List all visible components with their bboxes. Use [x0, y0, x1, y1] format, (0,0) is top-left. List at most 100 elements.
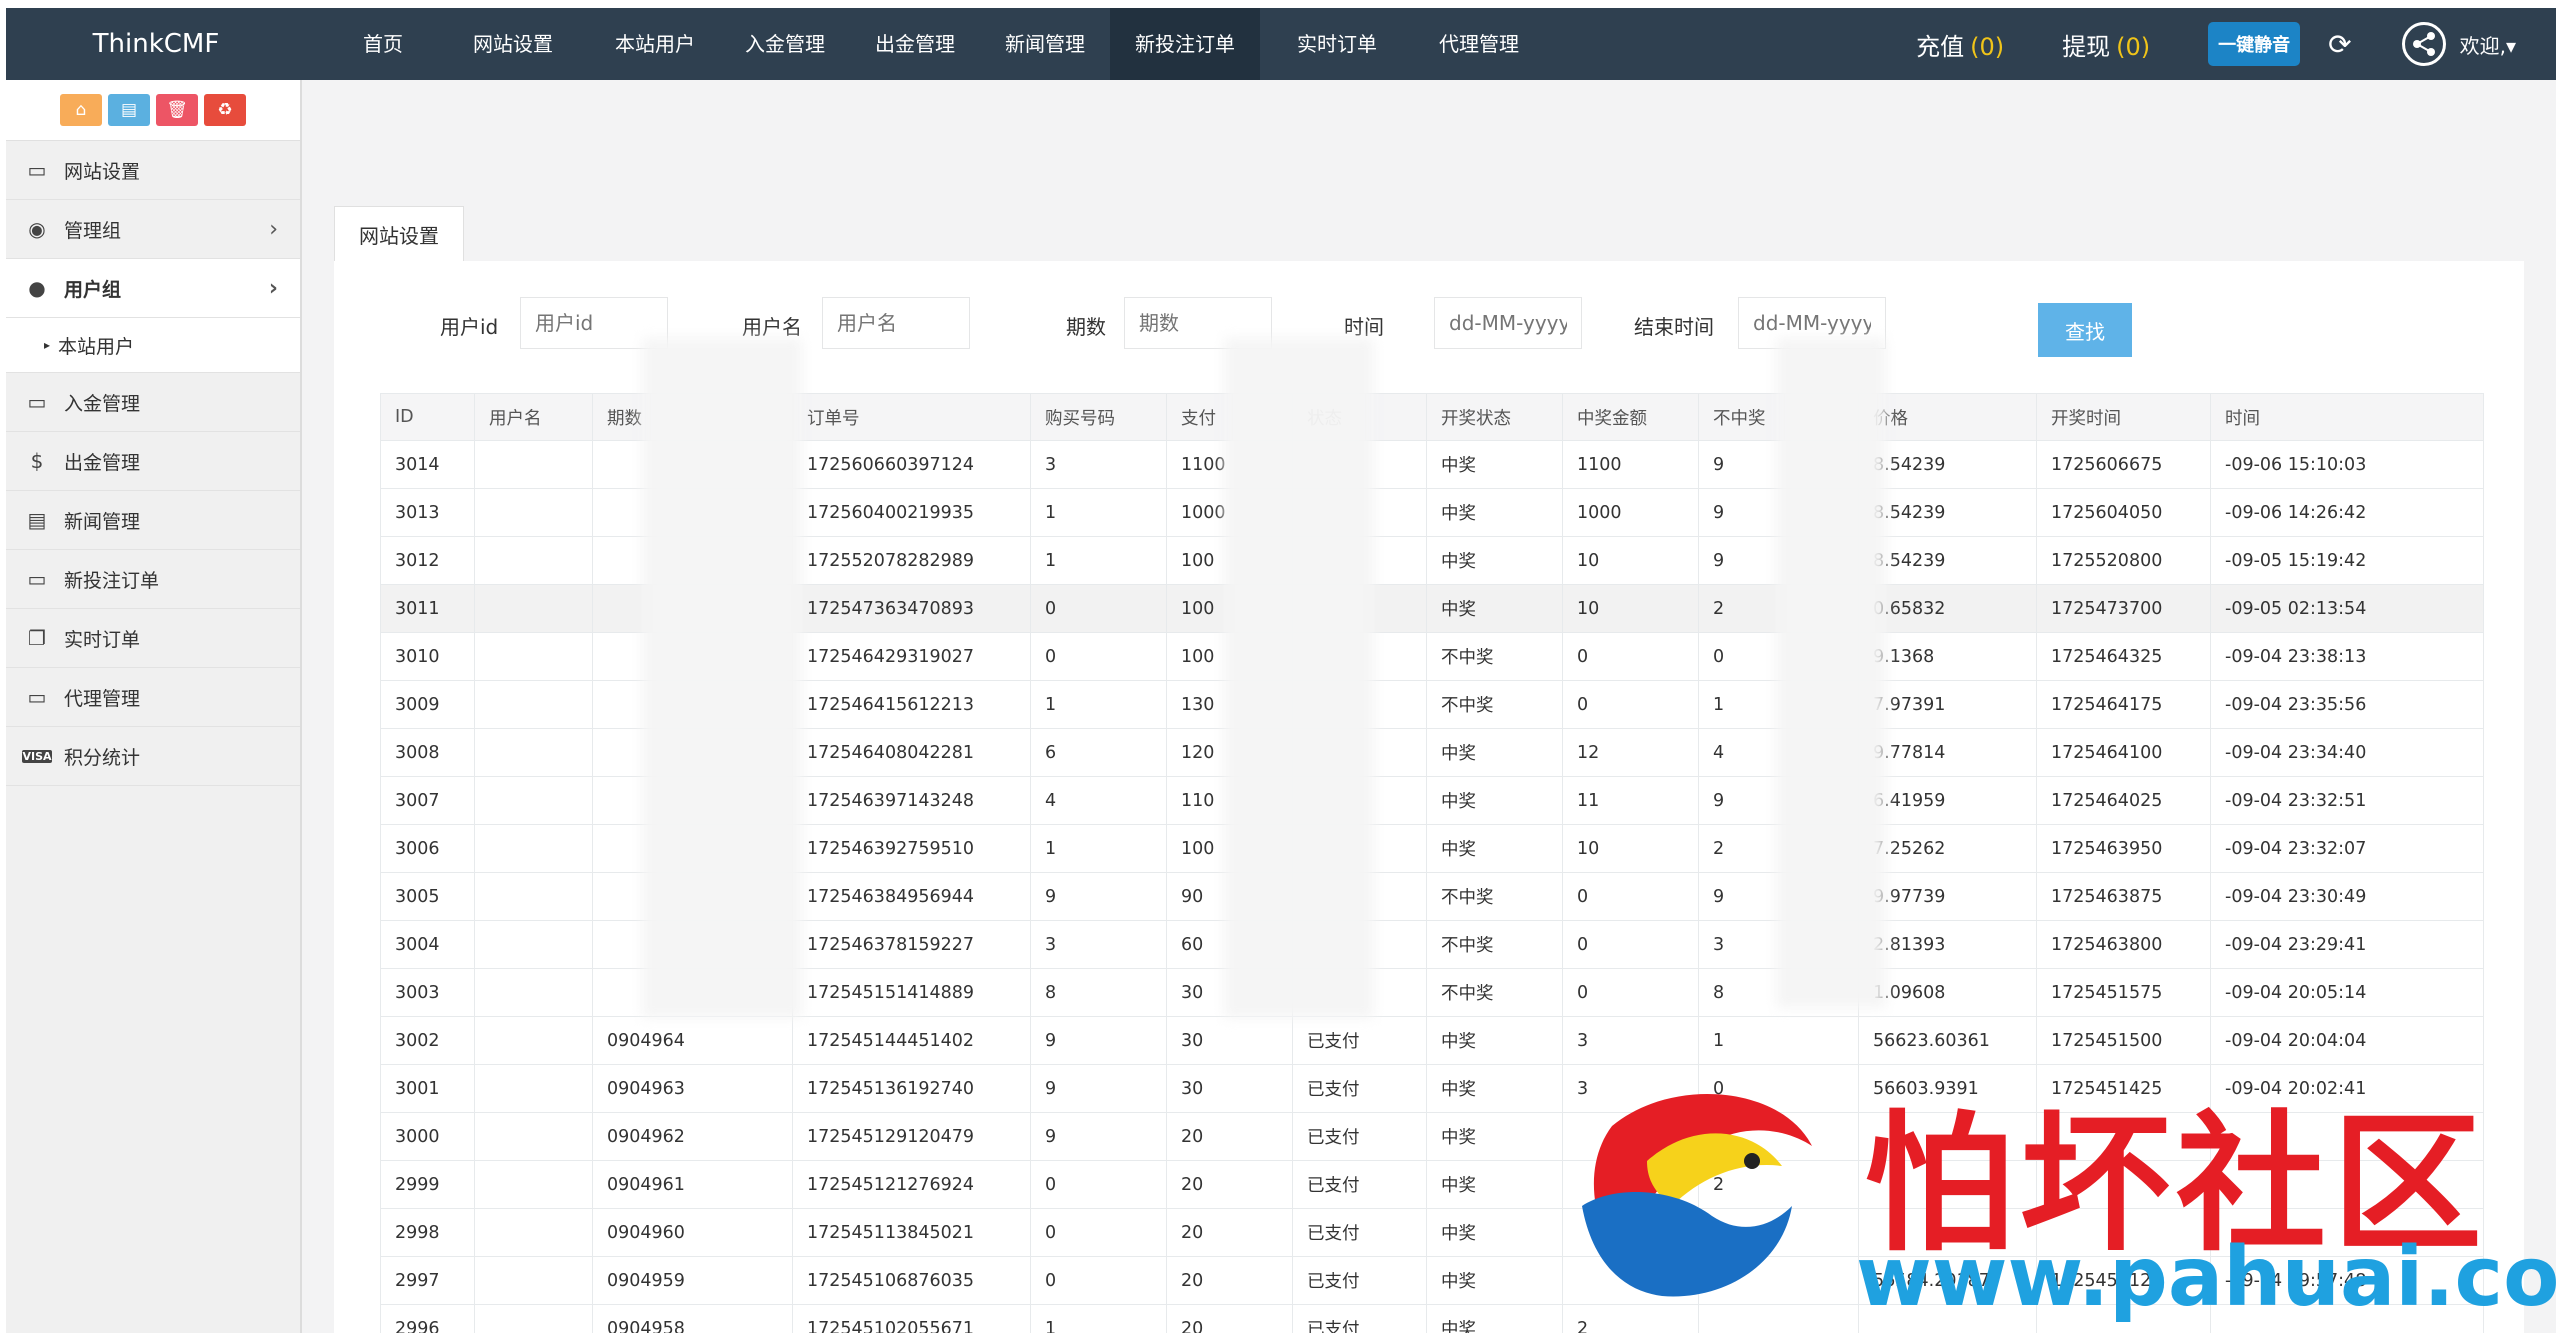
sidebar-item-admin-group[interactable]: ◉ 管理组 ›: [6, 200, 300, 259]
sidebar-item-user-group[interactable]: ● 用户组 ›: [6, 259, 300, 318]
table-cell: 172560660397124: [792, 440, 1031, 489]
table-cell: 1725463800: [2036, 920, 2211, 969]
table-cell: [474, 824, 593, 873]
dollar-icon: $: [30, 449, 44, 473]
nav-site-users[interactable]: 本站用户: [590, 8, 720, 80]
table-cell: 56623.60361: [1858, 1016, 2037, 1065]
table-cell: -09-05 15:19:42: [2210, 536, 2484, 585]
table-cell: 1725604050: [2036, 488, 2211, 537]
sidebar-item-withdraw[interactable]: $ 出金管理: [6, 432, 300, 491]
tab-site-settings[interactable]: 网站设置: [334, 206, 464, 263]
sidebar-item-site-settings[interactable]: ▭ 网站设置: [6, 141, 300, 200]
table-cell: 1725606675: [2036, 440, 2211, 489]
table-cell: [474, 1112, 593, 1161]
table-cell: 172552078282989: [792, 536, 1031, 585]
table-row[interactable]: 3002 0904964 172545144451402 9 30 已支付 中奖 3 1 5662…: [380, 1016, 2484, 1065]
trash-icon[interactable]: 🗑: [156, 94, 198, 126]
monitor-icon: ▭: [27, 685, 47, 709]
table-cell: 已支付: [1292, 1256, 1427, 1305]
table-cell: 20: [1166, 1304, 1293, 1333]
sidebar-item-label: 网站设置: [64, 160, 141, 183]
table-cell: 3014: [380, 440, 475, 489]
refresh-icon[interactable]: ⟳: [2328, 28, 2351, 61]
table-cell: 3000: [380, 1112, 475, 1161]
username-label: 用户名: [742, 315, 802, 339]
start-time-input[interactable]: [1434, 297, 1582, 349]
table-cell: 3007: [380, 776, 475, 825]
sidebar: ⌂ ▤ 🗑 ♻ ▭ 网站设置 ◉ 管理组 › ● 用户组 › ▸ 本站用户 ▭ 入金管理 $ 出…: [6, 80, 302, 1333]
monitor-icon: ▭: [27, 158, 47, 182]
table-cell: -09-04 23:30:49: [2210, 872, 2484, 921]
table-cell: 中奖: [1426, 728, 1563, 777]
table-header-cell: ID: [380, 393, 475, 441]
table-cell: 172560400219935: [792, 488, 1031, 537]
nav-deposit-management[interactable]: 入金管理: [720, 8, 850, 80]
sidebar-item-news[interactable]: ▤ 新闻管理: [6, 491, 300, 550]
table-cell: 172545136192740: [792, 1064, 1031, 1113]
sidebar-item-label: 本站用户: [58, 335, 135, 358]
caret-right-icon: ▸: [44, 338, 51, 352]
table-cell: 172545129120479: [792, 1112, 1031, 1161]
nav-agent-management[interactable]: 代理管理: [1414, 8, 1544, 80]
avatar-share-icon[interactable]: [2401, 22, 2446, 66]
table-cell: [474, 728, 593, 777]
brand-logo[interactable]: ThinkCMF: [6, 8, 306, 80]
sidebar-item-label: 出金管理: [64, 451, 141, 474]
top-bar: ThinkCMF 首页 网站设置 本站用户 入金管理 出金管理 新闻管理 新投注…: [6, 8, 2556, 80]
monitor-icon: ▭: [27, 390, 47, 414]
table-cell: 0904963: [592, 1064, 793, 1113]
table-header-cell: 购买号码: [1030, 393, 1167, 441]
recharge-counter[interactable]: 充值 (0): [1916, 27, 2004, 62]
table-cell: 10: [1562, 584, 1699, 633]
table-cell: 0904958: [592, 1304, 793, 1333]
table-cell: 2999: [380, 1160, 475, 1209]
chevron-right-icon: ›: [268, 275, 278, 301]
table-cell: 172546384956944: [792, 872, 1031, 921]
nav-site-settings[interactable]: 网站设置: [428, 8, 590, 80]
table-cell: 3003: [380, 968, 475, 1017]
table-cell: 6: [1030, 728, 1167, 777]
table-cell: 1725464100: [2036, 728, 2211, 777]
recycle-icon[interactable]: ♻: [204, 94, 246, 126]
sidebar-item-label: 管理组: [64, 219, 122, 242]
file-icon[interactable]: ▤: [108, 94, 150, 126]
table-cell: 20: [1166, 1160, 1293, 1209]
withdraw-counter[interactable]: 提现 (0): [2062, 27, 2150, 62]
sidebar-subitem-site-users[interactable]: ▸ 本站用户: [6, 318, 300, 373]
mute-all-button[interactable]: 一键静音: [2208, 22, 2301, 66]
sidebar-item-deposit[interactable]: ▭ 入金管理: [6, 373, 300, 432]
table-cell: 1000: [1562, 488, 1699, 537]
monitor-icon: ▭: [27, 567, 47, 591]
table-header-cell: 开奖时间: [2036, 393, 2211, 441]
table-cell: 3010: [380, 632, 475, 681]
sidebar-item-points[interactable]: VISA 积分统计: [6, 727, 300, 786]
table-cell: 172546408042281: [792, 728, 1031, 777]
table-cell: 0: [1562, 920, 1699, 969]
sidebar-item-realtime-orders[interactable]: ❐ 实时订单: [6, 609, 300, 668]
search-button[interactable]: 查找: [2038, 303, 2132, 357]
table-cell: 1725451500: [2036, 1016, 2211, 1065]
table-cell: 20: [1166, 1208, 1293, 1257]
nav-withdraw-management[interactable]: 出金管理: [850, 8, 980, 80]
nav-realtime-orders[interactable]: 实时订单: [1260, 8, 1414, 80]
table-cell: 0: [1030, 1256, 1167, 1305]
table-cell: [474, 1208, 593, 1257]
table-cell: 3004: [380, 920, 475, 969]
sidebar-item-new-bet-orders[interactable]: ▭ 新投注订单: [6, 550, 300, 609]
table-cell: 0: [1030, 1208, 1167, 1257]
table-cell: -09-05 02:13:54: [2210, 584, 2484, 633]
nav-news-management[interactable]: 新闻管理: [980, 8, 1110, 80]
nav-new-bet-orders[interactable]: 新投注订单: [1110, 8, 1260, 80]
table-cell: [474, 584, 593, 633]
table-cell: 已支付: [1292, 1208, 1427, 1257]
sidebar-item-agent[interactable]: ▭ 代理管理: [6, 668, 300, 727]
welcome-menu[interactable]: 欢迎,▾: [2460, 30, 2516, 59]
table-cell: 已支付: [1292, 1304, 1427, 1333]
home-icon[interactable]: ⌂: [60, 94, 102, 126]
table-cell: 中奖: [1426, 1160, 1563, 1209]
nav-home[interactable]: 首页: [316, 8, 428, 80]
username-input[interactable]: [822, 297, 970, 349]
table-cell: 0: [1562, 872, 1699, 921]
table-cell: 3008: [380, 728, 475, 777]
table-cell: [474, 1304, 593, 1333]
